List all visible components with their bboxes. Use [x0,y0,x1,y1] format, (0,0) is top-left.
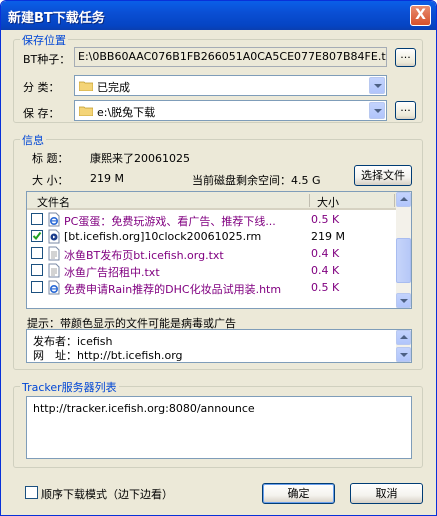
cancel-button[interactable]: 取消 [350,483,423,504]
title-label: 标 题： [32,152,69,165]
size-value: 219 M [90,172,124,185]
title-bar[interactable]: 新建BT下载任务 X [1,1,436,30]
window-title: 新建BT下载任务 [8,11,105,26]
info-label: 信息 [20,132,46,148]
folder-icon [79,106,93,116]
save-path-select[interactable]: e:\脱兔下载 [74,100,387,121]
file-checkbox[interactable] [31,264,43,276]
column-header-filename[interactable]: 文件名 [37,194,70,210]
file-row[interactable]: 免费申请Rain推荐的DHC化妆品试用装.htm 0.5 K [27,279,396,296]
file-name: PC蛋蛋：免费玩游戏、看广告、推荐下线... [64,215,276,228]
file-row[interactable]: 冰鱼广告招租中.txt 0.4 K [27,262,396,279]
realplayer-icon [48,229,60,244]
checkmark-icon [32,231,42,241]
file-row[interactable]: [bt.icefish.org]10clock20061025.rm 219 M [27,228,396,245]
file-checkbox[interactable] [31,247,43,259]
file-checkbox-checked[interactable] [31,230,43,242]
new-bt-task-dialog: 新建BT下载任务 X 保存位置 BT种子： E:\0BB60AAC076B1FB… [0,0,437,516]
column-divider[interactable] [309,194,310,207]
folder-icon [79,81,93,91]
browse-torrent-button[interactable]: ... [395,48,416,67]
info-scrollbar[interactable] [396,330,411,362]
category-select[interactable]: 已完成 [74,75,387,96]
file-name: [bt.icefish.org]10clock20061025.rm [64,230,262,243]
ok-button[interactable]: 确定 [262,483,335,504]
scroll-down-icon[interactable] [396,293,411,308]
save-path-label: 保 存： [23,107,60,120]
disk-free-label: 当前磁盘剩余空间：4.5 G [192,174,321,187]
select-files-button[interactable]: 选择文件 [354,165,412,186]
tracker-label: Tracker服务器列表 [20,379,119,395]
file-size: 219 M [311,230,345,243]
save-location-label: 保存位置 [20,32,68,48]
size-label: 大 小： [32,174,69,187]
sequential-mode-label: 顺序下载模式（边下边看） [41,488,173,501]
save-path-value: e:\脱兔下载 [97,106,156,119]
text-file-icon [48,246,60,261]
scroll-up-icon[interactable] [396,192,411,207]
scroll-down-icon[interactable] [396,347,411,362]
file-list-scrollbar[interactable] [396,192,411,308]
text-file-icon [48,263,60,278]
ie-icon [48,280,60,295]
tracker-entry: http://tracker.icefish.org:8080/announce [33,402,255,415]
file-checkbox[interactable] [31,281,43,293]
file-name: 免费申请Rain推荐的DHC化妆品试用装.htm [64,283,282,296]
file-name: 冰鱼广告招租中.txt [64,266,160,279]
column-divider[interactable] [394,194,395,207]
close-button[interactable]: X [410,5,431,26]
file-size: 0.5 K [311,213,340,226]
sequential-mode-checkbox[interactable] [25,486,38,499]
file-checkbox[interactable] [31,213,43,225]
title-value: 康熙来了20061025 [90,152,190,165]
ie-icon [48,212,60,227]
file-list-header: 文件名 大小 [27,192,396,210]
browse-save-path-button[interactable]: ... [395,101,416,120]
file-size: 0.4 K [311,247,340,260]
publisher-info-box[interactable]: 发布者：icefish 网 址：http://bt.icefish.org [26,329,412,363]
file-size: 0.4 K [311,264,340,277]
website-line: 网 址：http://bt.icefish.org [33,349,183,362]
file-row[interactable]: PC蛋蛋：免费玩游戏、看广告、推荐下线... 0.5 K [27,211,396,228]
file-row[interactable]: 冰鱼BT发布页bt.icefish.org.txt 0.4 K [27,245,396,262]
torrent-path-field[interactable]: E:\0BB60AAC076B1FB266051A0CA5CE077E807B8… [74,47,387,67]
category-label: 分 类： [23,81,60,94]
category-value: 已完成 [97,81,130,94]
chevron-down-icon[interactable] [369,77,385,94]
file-list[interactable]: 文件名 大小 PC蛋蛋：免费玩游戏、看广告、推荐下线... 0.5 K [bt.… [26,191,412,309]
file-name: 冰鱼BT发布页bt.icefish.org.txt [64,249,224,262]
torrent-label: BT种子： [23,53,71,66]
chevron-down-icon[interactable] [369,102,385,119]
column-header-size[interactable]: 大小 [317,194,339,210]
file-size: 0.5 K [311,281,340,294]
scroll-thumb[interactable] [396,238,411,283]
tracker-list[interactable]: http://tracker.icefish.org:8080/announce [26,396,412,459]
scroll-up-icon[interactable] [396,330,411,345]
